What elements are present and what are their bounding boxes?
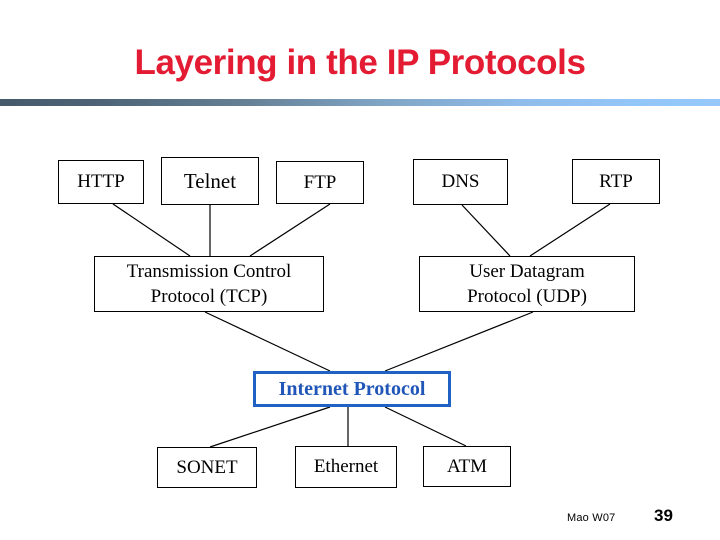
protocol-box-tcp[interactable]: Transmission Control Protocol (TCP) (94, 256, 324, 312)
line-ftp-tcp (249, 203, 331, 257)
line-dns-udp (461, 204, 511, 257)
line-ip-atm (384, 406, 467, 447)
footer-author: Mao W07 (567, 512, 616, 524)
line-udp-ip (384, 311, 534, 372)
protocol-box-sonet[interactable]: SONET (157, 447, 257, 488)
protocol-box-ftp[interactable]: FTP (276, 161, 364, 204)
protocol-box-udp[interactable]: User Datagram Protocol (UDP) (419, 256, 635, 312)
protocol-box-telnet[interactable]: Telnet (161, 157, 259, 205)
protocol-box-dns[interactable]: DNS (413, 159, 508, 205)
protocol-box-ethernet[interactable]: Ethernet (295, 446, 397, 488)
protocol-box-rtp[interactable]: RTP (572, 159, 660, 204)
protocol-box-http[interactable]: HTTP (58, 160, 144, 204)
slide-canvas: Layering in the IP Protocols HTTP Telnet… (0, 0, 720, 540)
line-tcp-ip (204, 311, 331, 372)
line-rtp-udp (529, 203, 611, 257)
footer-page-number: 39 (654, 506, 673, 525)
protocol-box-atm[interactable]: ATM (423, 446, 511, 487)
protocol-box-internet-protocol[interactable]: Internet Protocol (253, 371, 451, 407)
title-divider-bar (0, 99, 720, 106)
page-title: Layering in the IP Protocols (134, 43, 586, 82)
line-http-tcp (112, 203, 191, 257)
line-ip-sonet (209, 406, 331, 448)
